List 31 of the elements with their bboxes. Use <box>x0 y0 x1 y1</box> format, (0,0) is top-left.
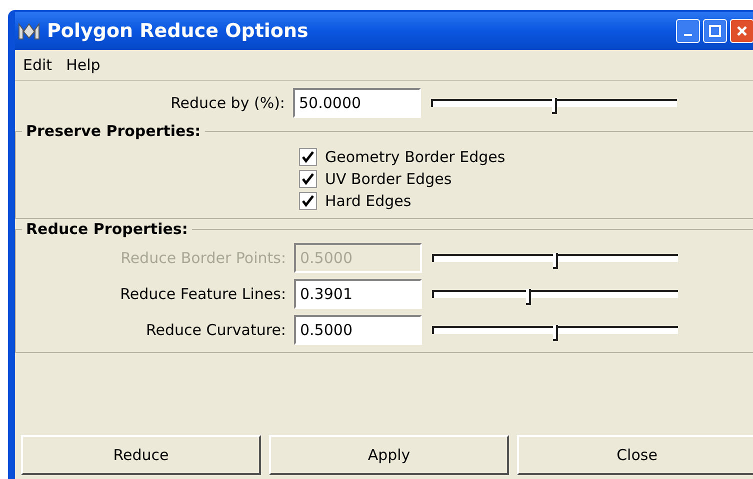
app-logo-icon <box>17 20 41 42</box>
field-label: Reduce by (%): <box>170 94 285 112</box>
group-title: Preserve Properties: <box>22 122 205 140</box>
dialog-button[interactable]: Reduce <box>21 435 261 475</box>
maximize-icon <box>709 25 721 37</box>
window-title: Polygon Reduce Options <box>47 20 308 42</box>
dialog-button[interactable]: Apply <box>269 435 509 475</box>
field-label: Reduce Feature Lines: <box>119 285 286 303</box>
slider-thumb[interactable] <box>553 325 558 341</box>
menu-item[interactable]: Edit <box>23 56 52 74</box>
slider-thumb[interactable] <box>526 289 532 305</box>
minimize-icon <box>684 34 692 36</box>
group-title: Reduce Properties: <box>22 220 192 238</box>
minimize-button[interactable] <box>676 19 700 43</box>
checkbox[interactable] <box>299 148 317 166</box>
menu-item[interactable]: Help <box>66 56 100 74</box>
checkbox-label: UV Border Edges <box>325 170 452 188</box>
close-button[interactable] <box>730 19 753 43</box>
input-field[interactable]: 50.0000 <box>293 88 421 118</box>
field-label: Reduce Curvature: <box>145 321 286 339</box>
checkbox-label: Geometry Border Edges <box>325 148 506 166</box>
input-field[interactable]: 0.5000 <box>294 315 422 345</box>
maximize-button[interactable] <box>703 19 727 43</box>
input-field[interactable]: 0.3901 <box>294 279 422 309</box>
close-icon <box>736 25 748 37</box>
checkbox-label: Hard Edges <box>325 192 412 210</box>
checkbox[interactable] <box>299 170 317 188</box>
checkbox[interactable] <box>299 192 317 210</box>
field-label: Reduce Border Points: <box>120 249 286 267</box>
dialog-button[interactable]: Close <box>517 435 753 475</box>
slider-thumb[interactable] <box>552 98 557 114</box>
